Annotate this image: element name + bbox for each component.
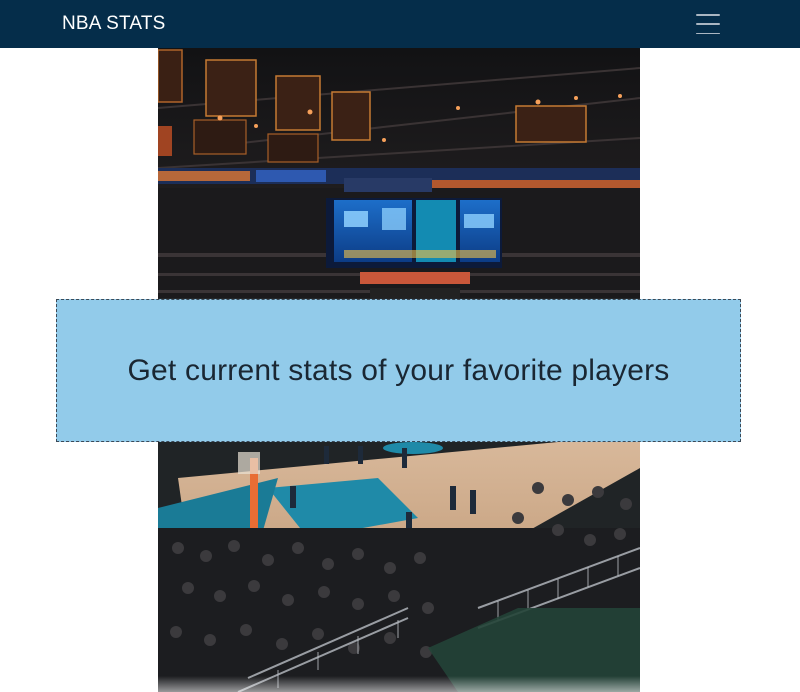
hamburger-menu-icon[interactable] bbox=[696, 14, 720, 34]
hamburger-line bbox=[696, 23, 720, 25]
top-navbar: NBA STATS bbox=[0, 0, 800, 48]
hamburger-line bbox=[696, 14, 720, 16]
brand-link[interactable]: NBA STATS bbox=[62, 13, 166, 35]
hamburger-line bbox=[696, 32, 720, 34]
hero-heading: Get current stats of your favorite playe… bbox=[127, 353, 670, 387]
hero-callout-box: Get current stats of your favorite playe… bbox=[56, 299, 741, 442]
